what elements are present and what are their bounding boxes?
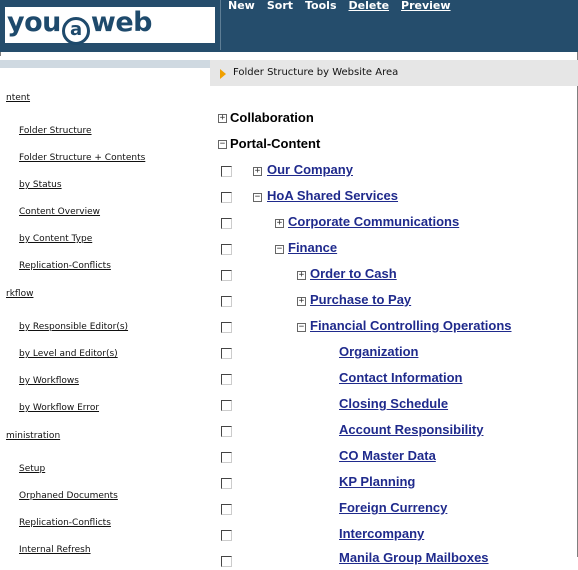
tree-node-account-responsibility[interactable]: Account Responsibility xyxy=(339,422,483,442)
nav-item-content-overview[interactable]: Content Overview xyxy=(19,207,100,217)
nav-item-by-workflows[interactable]: by Workflows xyxy=(19,376,79,386)
nav-item-by-responsible-editor[interactable]: by Responsible Editor(s) xyxy=(19,322,128,332)
row-checkbox[interactable] xyxy=(221,504,232,515)
nav-item-by-level-and-editor[interactable]: by Level and Editor(s) xyxy=(19,349,118,359)
nav-section-title[interactable]: rkflow xyxy=(6,289,33,299)
menu-preview[interactable]: Preview xyxy=(401,0,451,14)
tree-node-our-company[interactable]: Our Company xyxy=(267,162,353,182)
expand-icon[interactable]: + xyxy=(297,297,306,306)
at-icon: a xyxy=(61,17,90,45)
menu-tools[interactable]: Tools xyxy=(305,0,336,14)
top-menu: New Sort Tools Delete Preview xyxy=(228,0,451,14)
row-checkbox[interactable] xyxy=(221,400,232,411)
row-checkbox[interactable] xyxy=(221,192,232,203)
menu-new[interactable]: New xyxy=(228,0,255,14)
collapse-icon[interactable]: − xyxy=(275,245,284,254)
breadcrumb-text: Folder Structure by Website Area xyxy=(233,67,399,78)
nav-item-by-status[interactable]: by Status xyxy=(19,180,62,190)
tree-node-financial-controlling-operations[interactable]: Financial Controlling Operations xyxy=(310,318,512,338)
app-logo: you a web xyxy=(5,7,215,45)
nav-item-internal-refresh[interactable]: Internal Refresh xyxy=(19,545,91,555)
tree-node-organization[interactable]: Organization xyxy=(339,344,418,364)
row-checkbox[interactable] xyxy=(221,244,232,255)
tree-node-purchase-to-pay[interactable]: Purchase to Pay xyxy=(310,292,411,312)
row-checkbox[interactable] xyxy=(221,556,232,567)
row-checkbox[interactable] xyxy=(221,530,232,541)
tree-node-intercompany[interactable]: Intercompany xyxy=(339,526,424,546)
menu-delete[interactable]: Delete xyxy=(349,0,390,14)
row-checkbox[interactable] xyxy=(221,426,232,437)
row-checkbox[interactable] xyxy=(221,348,232,359)
nav-item-folder-structure-contents[interactable]: Folder Structure + Contents xyxy=(19,153,145,163)
menu-sort[interactable]: Sort xyxy=(267,0,293,14)
nav-section-administration[interactable]: ministration xyxy=(0,428,210,448)
nav-section-content[interactable]: ntent xyxy=(0,90,210,110)
tree-node-finance[interactable]: Finance xyxy=(288,240,337,260)
app-header: you a web New Sort Tools Delete Preview xyxy=(0,0,578,50)
row-checkbox[interactable] xyxy=(221,478,232,489)
nav-item-setup[interactable]: Setup xyxy=(19,464,45,474)
expand-icon[interactable]: + xyxy=(218,114,227,123)
row-checkbox[interactable] xyxy=(221,270,232,281)
nav-section-title[interactable]: ntent xyxy=(6,93,30,103)
tree-node-hoa-shared-services[interactable]: HoA Shared Services xyxy=(267,188,398,208)
nav-band xyxy=(0,60,210,68)
nav-item-orphaned-documents[interactable]: Orphaned Documents xyxy=(19,491,118,501)
collapse-icon[interactable]: − xyxy=(297,323,306,332)
header-underline xyxy=(0,50,578,52)
nav-section-title[interactable]: ministration xyxy=(6,431,60,441)
collapse-icon[interactable]: − xyxy=(253,193,262,202)
nav-item-replication-conflicts[interactable]: Replication-Conflicts xyxy=(19,261,111,271)
left-nav: ntent Folder Structure Folder Structure … xyxy=(0,56,210,557)
tree-node-order-to-cash[interactable]: Order to Cash xyxy=(310,266,397,286)
nav-item-folder-structure[interactable]: Folder Structure xyxy=(19,126,92,136)
nav-item-by-workflow-error[interactable]: by Workflow Error xyxy=(19,403,99,413)
tree-node-manila-group-mailboxes[interactable]: Manila Group Mailboxes xyxy=(339,550,489,570)
nav-section-workflow[interactable]: rkflow xyxy=(0,286,210,306)
expand-icon[interactable]: + xyxy=(297,271,306,280)
breadcrumb: Folder Structure by Website Area xyxy=(210,60,578,86)
nav-item-admin-replication-conflicts[interactable]: Replication-Conflicts xyxy=(19,518,111,528)
expand-icon[interactable]: + xyxy=(253,167,262,176)
row-checkbox[interactable] xyxy=(221,322,232,333)
collapse-icon[interactable]: − xyxy=(218,140,227,149)
row-checkbox[interactable] xyxy=(221,296,232,307)
tree-node-corporate-communications[interactable]: Corporate Communications xyxy=(288,214,459,234)
tree-node-closing-schedule[interactable]: Closing Schedule xyxy=(339,396,448,416)
tree-root-portal-content: Portal-Content xyxy=(230,136,321,151)
tree-node-foreign-currency[interactable]: Foreign Currency xyxy=(339,500,447,520)
row-checkbox[interactable] xyxy=(221,452,232,463)
tree-node-contact-information[interactable]: Contact Information xyxy=(339,370,463,390)
row-checkbox[interactable] xyxy=(221,218,232,229)
tree-node-co-master-data[interactable]: CO Master Data xyxy=(339,448,436,468)
arrow-right-icon xyxy=(220,69,226,79)
tree-node-kp-planning[interactable]: KP Planning xyxy=(339,474,415,494)
logo-text: you a web xyxy=(7,7,152,45)
header-divider xyxy=(220,0,221,50)
tree-root-collaboration: Collaboration xyxy=(230,110,314,125)
row-checkbox[interactable] xyxy=(221,166,232,177)
row-checkbox[interactable] xyxy=(221,374,232,385)
nav-item-by-content-type[interactable]: by Content Type xyxy=(19,234,92,244)
expand-icon[interactable]: + xyxy=(275,219,284,228)
